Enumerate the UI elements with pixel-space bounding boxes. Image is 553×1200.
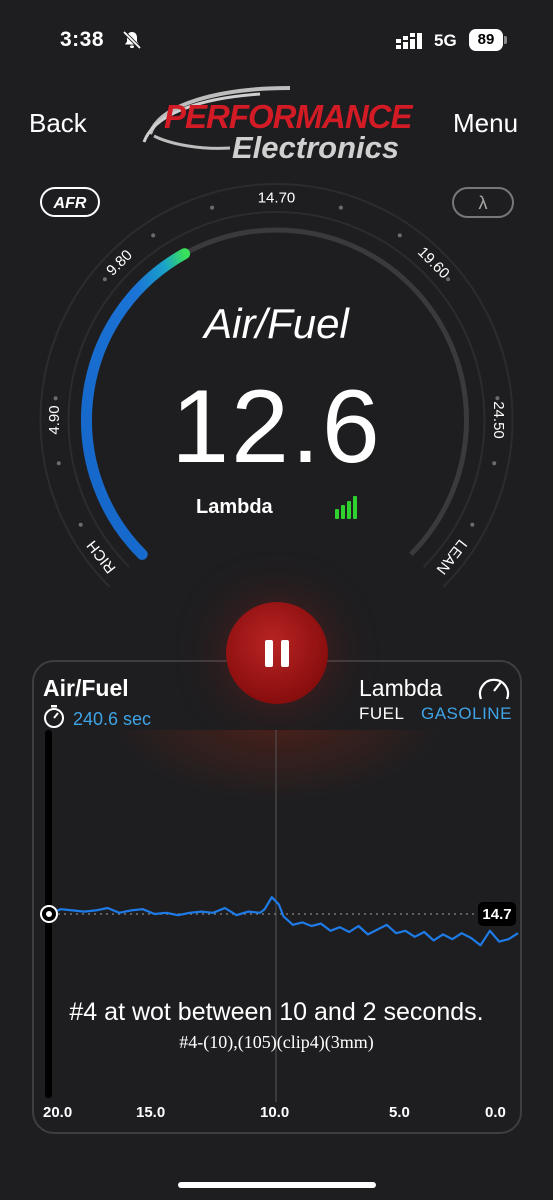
panel-title: Air/Fuel — [43, 675, 129, 701]
pause-icon — [265, 640, 273, 667]
brand-line2: Electronics — [232, 130, 399, 165]
playhead-marker-center — [46, 911, 52, 917]
silent-bell-icon — [122, 30, 142, 50]
brand-logo: PERFORMANCE Electronics — [142, 86, 414, 165]
pause-button[interactable] — [226, 602, 328, 704]
back-button[interactable]: Back — [29, 108, 87, 139]
reference-value-badge: 14.7 — [478, 902, 516, 926]
gauge-tick-dot — [78, 522, 83, 527]
x-tick-label: 10.0 — [260, 1104, 290, 1121]
gauge-tick-dot — [338, 205, 343, 210]
status-time: 3:38 — [60, 28, 105, 51]
cellular-signal-icon — [396, 33, 422, 49]
afr-series-line — [48, 896, 519, 947]
gauge-tick-dot — [210, 205, 215, 210]
pause-icon — [281, 640, 289, 667]
pause-glow — [111, 730, 443, 800]
stopwatch-icon — [44, 705, 64, 728]
battery-indicator: 89 — [469, 29, 503, 51]
gauge-tick-dot — [102, 277, 107, 282]
gauge-tick-dot — [446, 277, 451, 282]
x-tick-label: 15.0 — [136, 1104, 166, 1121]
gauge-scale-label: 14.70 — [258, 190, 296, 207]
svg-text:14.7: 14.7 — [482, 906, 511, 923]
x-tick-label: 20.0 — [43, 1104, 73, 1121]
note-line-1: #4 at wot between 10 and 2 seconds. — [69, 998, 484, 1026]
x-tick-label: 0.0 — [485, 1104, 506, 1121]
home-indicator[interactable] — [178, 1182, 376, 1188]
lambda-toggle-button[interactable]: λ — [452, 187, 514, 218]
network-type: 5G — [434, 31, 457, 50]
fuel-type-value[interactable]: GASOLINE — [421, 704, 512, 724]
gauge-value: 12.6 — [171, 369, 382, 485]
afr-series — [48, 896, 519, 947]
gauge-unit-label: Lambda — [196, 496, 273, 518]
fuel-label: FUEL — [359, 704, 405, 723]
x-tick-label: 5.0 — [389, 1104, 410, 1121]
signal-strength-icon — [335, 496, 357, 519]
speedometer-icon[interactable] — [476, 673, 512, 705]
gauge-tick-dot — [470, 522, 475, 527]
gauge-tick-dot — [397, 233, 402, 238]
gauge-title: Air/Fuel — [204, 300, 349, 347]
gauge-scale-label: 19.60 — [414, 244, 453, 283]
afr-history-chart: 14.7 — [40, 730, 519, 1102]
gauge-tick-dot — [151, 233, 156, 238]
menu-button[interactable]: Menu — [453, 108, 518, 139]
afr-toggle-button[interactable]: AFR — [40, 187, 100, 217]
gauge-scale-label: 9.80 — [103, 247, 136, 280]
gauge-rich-label: RICH — [84, 537, 120, 576]
gauge-lean-label: LEAN — [433, 536, 471, 577]
elapsed-timer: 240.6 sec — [73, 709, 152, 729]
battery-tip — [504, 36, 507, 44]
lambda-label: Lambda — [359, 675, 443, 701]
note-line-2: #4-(10),(105)(clip4)(3mm) — [179, 1032, 374, 1052]
